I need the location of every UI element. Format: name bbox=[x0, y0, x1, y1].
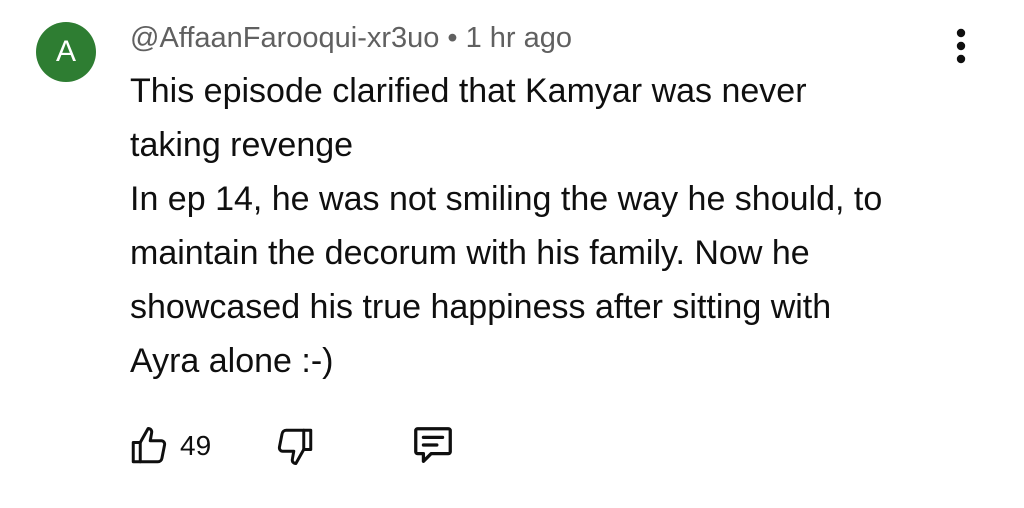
more-options-button[interactable] bbox=[944, 26, 978, 66]
reply-comment-icon bbox=[410, 423, 456, 469]
comment-header: @AffaanFarooqui-xr3uo • 1 hr ago bbox=[130, 18, 572, 58]
avatar-letter: A bbox=[55, 35, 76, 68]
author-handle[interactable]: @AffaanFarooqui-xr3uo bbox=[130, 22, 439, 54]
separator-dot: • bbox=[447, 22, 458, 54]
comment-line: Ayra alone :-) bbox=[130, 342, 334, 380]
more-vertical-icon bbox=[956, 28, 966, 64]
comment-line: showcased his true happiness after sitti… bbox=[130, 288, 832, 326]
thumbs-up-icon bbox=[128, 425, 170, 467]
avatar[interactable]: A bbox=[36, 22, 96, 82]
thumbs-down-icon bbox=[274, 425, 316, 467]
like-count: 49 bbox=[180, 430, 212, 461]
comment-line: maintain the decorum with his family. No… bbox=[130, 234, 810, 272]
reply-button[interactable] bbox=[410, 420, 456, 472]
comment-text: This episode clarified that Kamyar was n… bbox=[130, 64, 990, 388]
comment-line: This episode clarified that Kamyar was n… bbox=[130, 72, 807, 110]
like-button[interactable]: 49 bbox=[128, 420, 211, 472]
comment-line: In ep 14, he was not smiling the way he … bbox=[130, 180, 883, 218]
dislike-button[interactable] bbox=[274, 420, 316, 472]
comment-line: taking revenge bbox=[130, 126, 354, 164]
timestamp[interactable]: 1 hr ago bbox=[466, 22, 572, 54]
